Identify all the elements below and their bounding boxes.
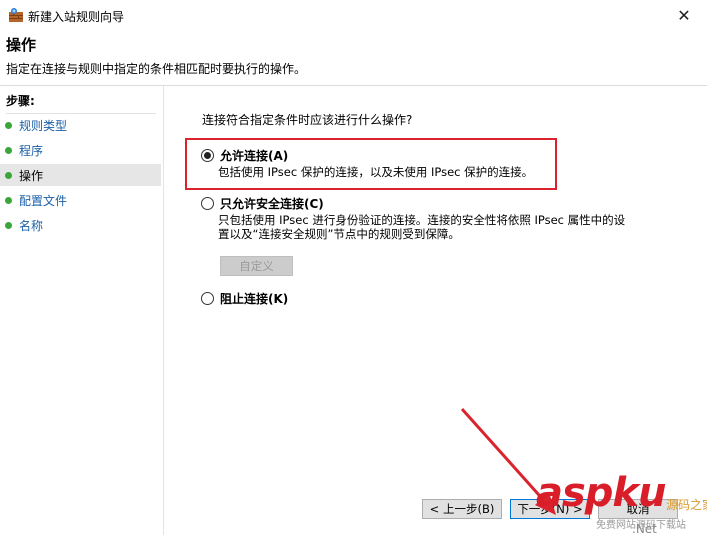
watermark-logo: aspku 源码之家 免费网站源码下载站 .Net bbox=[536, 470, 707, 536]
watermark-net: .Net bbox=[632, 522, 657, 536]
watermark-cn: 源码之家 bbox=[666, 498, 707, 512]
watermark-text: aspku bbox=[536, 470, 667, 516]
red-arrow-annotation bbox=[460, 407, 556, 515]
